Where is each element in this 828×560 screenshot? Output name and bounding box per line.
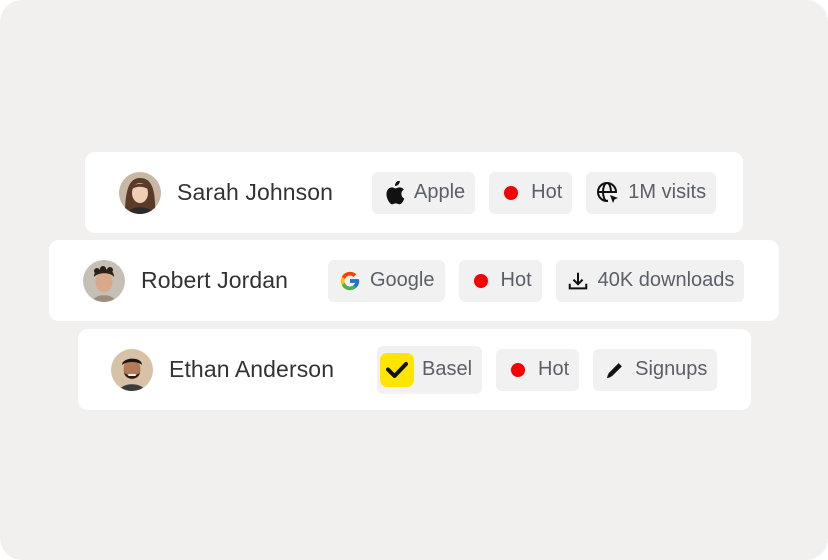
- metric-label: Signups: [635, 358, 708, 380]
- metric-chip[interactable]: 1M visits: [586, 171, 717, 214]
- company-chip[interactable]: Google: [328, 259, 445, 302]
- metric-chip[interactable]: 40K downloads: [555, 259, 745, 302]
- metric-chip[interactable]: Signups: [593, 348, 718, 391]
- download-icon: [566, 269, 590, 293]
- globe-cursor-icon: [596, 181, 621, 205]
- company-label: Apple: [414, 181, 466, 203]
- lead-name: Robert Jordan: [141, 267, 289, 293]
- company-label: Basel: [422, 358, 473, 380]
- apple-icon: [382, 180, 406, 205]
- background-canvas: Sarah Johnson Apple Hot 1M visits Robert…: [0, 0, 828, 560]
- status-chip[interactable]: Hot: [458, 259, 542, 302]
- avatar: [119, 171, 161, 214]
- status-label: Hot: [531, 181, 563, 203]
- pencil-icon: [603, 358, 627, 382]
- status-label: Hot: [538, 358, 570, 380]
- lead-row-robert-jordan[interactable]: Robert Jordan Google Hot 40K downloads: [49, 240, 779, 321]
- basel-checkmark-icon: [380, 352, 414, 387]
- status-label: Hot: [500, 269, 532, 291]
- lead-name: Ethan Anderson: [169, 356, 335, 382]
- status-chip[interactable]: Hot: [496, 348, 580, 391]
- metric-label: 40K downloads: [597, 269, 735, 291]
- avatar: [83, 259, 125, 302]
- company-chip[interactable]: Apple: [372, 171, 476, 214]
- hot-dot-icon: [499, 181, 523, 205]
- avatar: [111, 348, 153, 391]
- lead-name: Sarah Johnson: [177, 179, 334, 205]
- metric-label: 1M visits: [628, 181, 707, 203]
- google-icon: [338, 269, 362, 293]
- company-chip[interactable]: Basel: [377, 345, 483, 394]
- status-chip[interactable]: Hot: [489, 171, 573, 214]
- company-label: Google: [370, 269, 435, 291]
- hot-dot-icon: [469, 269, 493, 293]
- lead-row-sarah-johnson[interactable]: Sarah Johnson Apple Hot 1M visits: [85, 152, 743, 233]
- lead-row-ethan-anderson[interactable]: Ethan Anderson Basel Hot Signups: [78, 329, 751, 410]
- hot-dot-icon: [506, 358, 530, 382]
